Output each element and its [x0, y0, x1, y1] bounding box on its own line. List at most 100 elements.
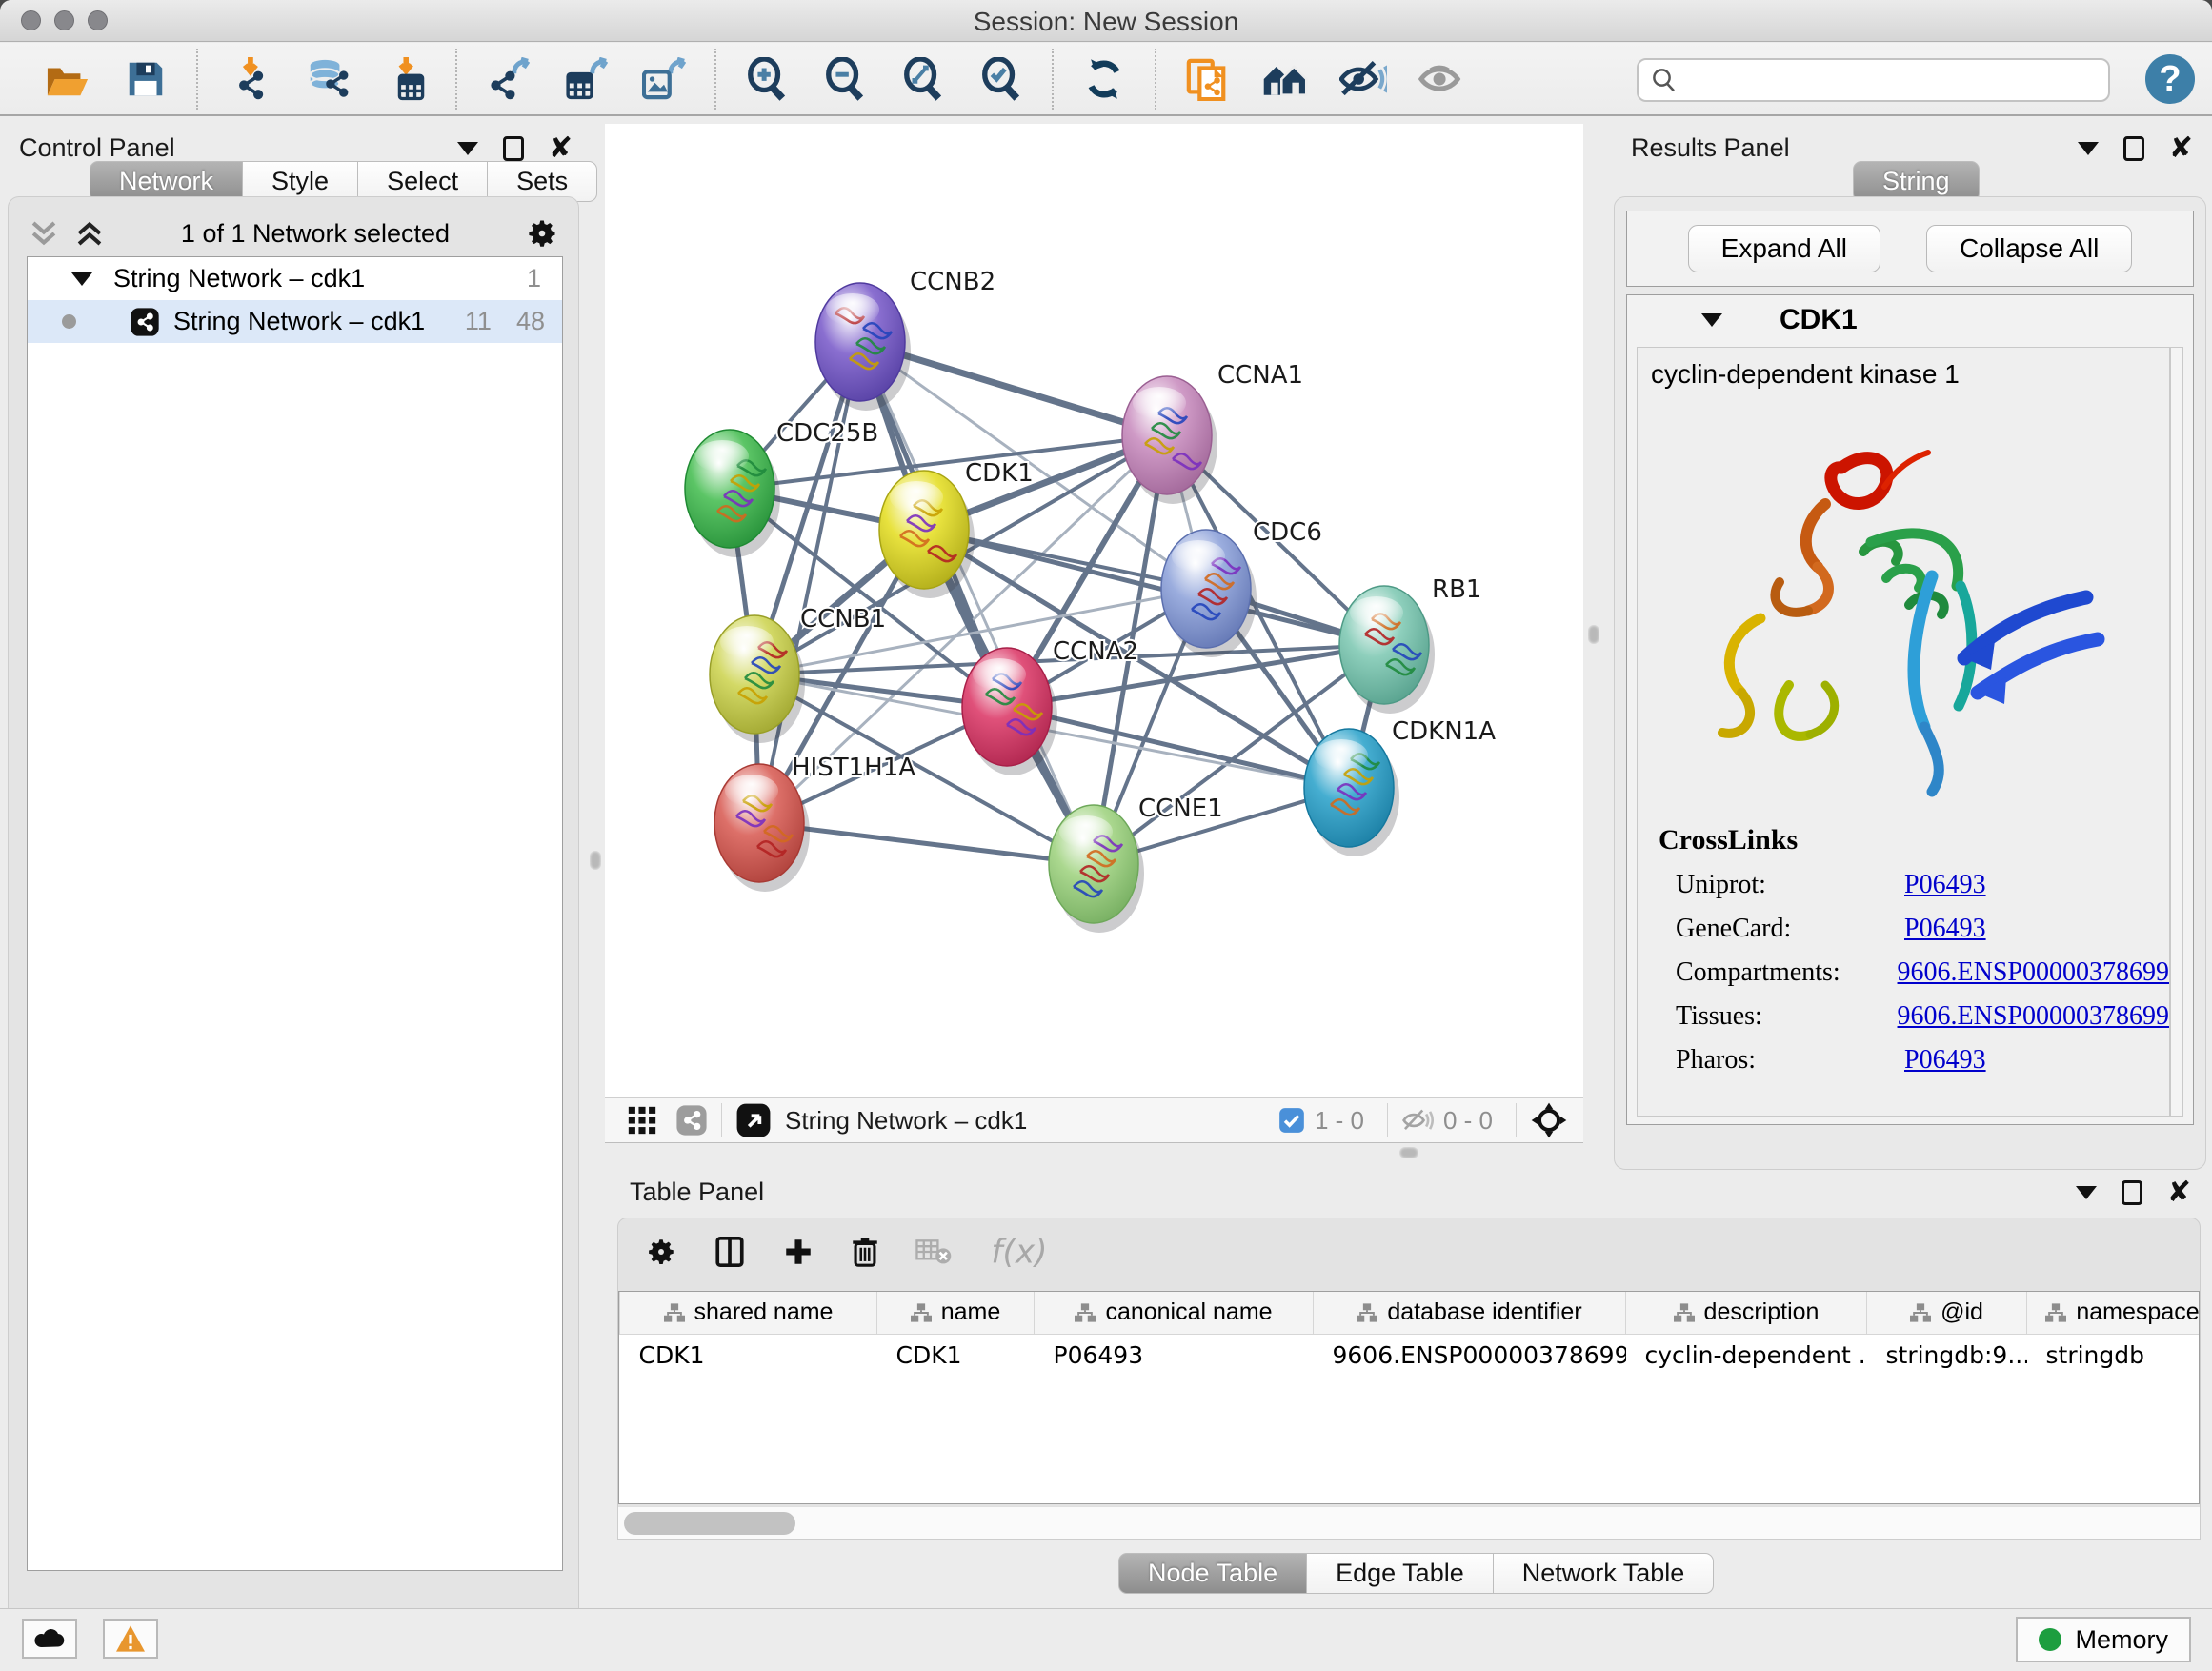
column-header-shared-name[interactable]: shared name: [620, 1292, 877, 1334]
zoom-fit-button[interactable]: [894, 50, 953, 108]
right-splitter-handle[interactable]: [1588, 625, 1599, 644]
tree-expand-icon[interactable]: [71, 272, 92, 286]
float-panel-icon[interactable]: [2123, 136, 2144, 161]
node-CDC25B[interactable]: CDC25B: [685, 419, 878, 557]
column-header-canonical-name[interactable]: canonical name: [1035, 1292, 1314, 1334]
node-table[interactable]: shared namenamecanonical namedatabase id…: [618, 1291, 2200, 1504]
main-toolbar: ?: [0, 43, 2212, 116]
network-status-dot: [62, 314, 76, 329]
help-button[interactable]: ?: [2145, 54, 2195, 104]
import-network-button[interactable]: [219, 50, 278, 108]
search-box[interactable]: [1637, 58, 2110, 102]
table-cell[interactable]: stringdb:9...: [1867, 1334, 2027, 1376]
network-row[interactable]: String Network – cdk1 11 48: [28, 300, 562, 343]
results-scrollbar[interactable]: [2170, 347, 2183, 1117]
first-neighbors-button[interactable]: [1256, 50, 1315, 108]
table-settings-button[interactable]: [645, 1236, 677, 1273]
column-header-namespace[interactable]: namespace: [2027, 1292, 2201, 1334]
entry-collapse-icon[interactable]: [1701, 313, 1722, 327]
table-cell[interactable]: 9606.ENSP00000378699: [1314, 1334, 1626, 1376]
table-cell[interactable]: CDK1: [877, 1334, 1035, 1376]
export-table-button[interactable]: [556, 50, 615, 108]
delete-column-button[interactable]: [851, 1236, 879, 1273]
left-splitter-handle[interactable]: [590, 851, 601, 870]
column-header-name[interactable]: name: [877, 1292, 1035, 1334]
edge-CCNB2-HIST1H1A[interactable]: [759, 342, 860, 823]
network-overview-icon[interactable]: [675, 1104, 708, 1137]
cloud-status-button[interactable]: [22, 1619, 77, 1659]
node-CCNA1[interactable]: CCNA1: [1122, 361, 1303, 504]
network-collection-row[interactable]: String Network – cdk1 1: [28, 257, 562, 300]
float-panel-icon[interactable]: [503, 136, 524, 161]
close-panel-icon[interactable]: ✘: [2169, 136, 2193, 161]
node-CCNE1[interactable]: CCNE1: [1049, 795, 1223, 933]
save-session-button[interactable]: [116, 50, 175, 108]
memory-button[interactable]: Memory: [2016, 1617, 2191, 1662]
close-panel-icon[interactable]: ✘: [2167, 1180, 2191, 1205]
collapse-all-button[interactable]: Collapse All: [1926, 225, 2132, 272]
column-header-id[interactable]: @id: [1867, 1292, 2027, 1334]
table-cell[interactable]: cyclin-dependent ...: [1626, 1334, 1867, 1376]
export-network-button[interactable]: [478, 50, 537, 108]
zoom-out-button[interactable]: [815, 50, 875, 108]
crosslink-row: Tissues:9606.ENSP00000378699: [1676, 1001, 2169, 1032]
table-horizontal-scrollbar[interactable]: [618, 1506, 2200, 1539]
status-bar: Memory: [0, 1608, 2212, 1671]
node-CDKN1A[interactable]: CDKN1A: [1304, 717, 1496, 856]
column-header-description[interactable]: description: [1626, 1292, 1867, 1334]
zoom-in-button[interactable]: [737, 50, 796, 108]
search-input[interactable]: [1679, 65, 2088, 96]
panel-menu-icon[interactable]: [2078, 142, 2099, 155]
gear-icon[interactable]: [525, 216, 559, 251]
panel-menu-icon[interactable]: [2076, 1186, 2097, 1199]
import-network-database-button[interactable]: [297, 50, 356, 108]
table-cell[interactable]: stringdb: [2027, 1334, 2201, 1376]
hide-selected-button[interactable]: [1334, 50, 1393, 108]
fit-selected-icon[interactable]: [1530, 1101, 1568, 1139]
crosslink-link[interactable]: P06493: [1904, 1045, 1986, 1076]
toolbar-separator: [1052, 49, 1054, 110]
open-session-button[interactable]: [38, 50, 97, 108]
edge-CCNB2-CCNE1[interactable]: [860, 342, 1094, 864]
close-panel-icon[interactable]: ✘: [549, 136, 573, 161]
show-all-button[interactable]: [1412, 50, 1471, 108]
open-in-window-icon[interactable]: [735, 1102, 772, 1138]
node-CCNB2[interactable]: CCNB2: [815, 268, 995, 411]
copy-view-button[interactable]: [1177, 50, 1237, 108]
float-panel-icon[interactable]: [2122, 1180, 2142, 1205]
table-row[interactable]: CDK1CDK1P064939606.ENSP00000378699cyclin…: [620, 1334, 2201, 1376]
add-column-button[interactable]: [782, 1236, 814, 1273]
node-RB1[interactable]: RB1: [1339, 575, 1481, 714]
save-session-icon: [124, 57, 168, 101]
crosslink-link[interactable]: 9606.ENSP00000378699: [1898, 957, 2169, 988]
collapse-all-icon[interactable]: [28, 219, 60, 248]
expand-all-icon[interactable]: [73, 219, 106, 248]
refresh-button[interactable]: [1075, 50, 1134, 108]
node-CDK1[interactable]: CDK1: [879, 459, 1034, 598]
edge-CDK1-RB1[interactable]: [924, 530, 1384, 645]
tab-network-table[interactable]: Network Table: [1493, 1553, 1715, 1594]
zoom-selected-button[interactable]: [972, 50, 1031, 108]
table-cell[interactable]: P06493: [1035, 1334, 1314, 1376]
import-table-button[interactable]: [375, 50, 434, 108]
crosslink-link[interactable]: P06493: [1904, 914, 1986, 944]
export-image-button[interactable]: [634, 50, 694, 108]
tab-node-table[interactable]: Node Table: [1118, 1553, 1307, 1594]
column-header-database-identifier[interactable]: database identifier: [1314, 1292, 1626, 1334]
panel-menu-icon[interactable]: [457, 142, 478, 155]
birds-eye-view-icon[interactable]: [626, 1104, 658, 1137]
crosslink-row: GeneCard:P06493: [1676, 914, 2169, 944]
tab-edge-table[interactable]: Edge Table: [1306, 1553, 1494, 1594]
table-cell[interactable]: CDK1: [620, 1334, 877, 1376]
node-CDC6[interactable]: CDC6: [1161, 518, 1322, 657]
scrollbar-thumb[interactable]: [624, 1512, 795, 1535]
warnings-button[interactable]: [103, 1619, 158, 1659]
split-panel-button[interactable]: [714, 1236, 746, 1273]
crosslink-link[interactable]: P06493: [1904, 870, 1986, 900]
bottom-splitter-handle[interactable]: [1399, 1147, 1418, 1158]
expand-all-button[interactable]: Expand All: [1688, 225, 1880, 272]
node-HIST1H1A[interactable]: HIST1H1A: [714, 754, 915, 892]
node-CCNB1[interactable]: CCNB1: [710, 605, 886, 743]
network-svg[interactable]: CCNB2CCNA1CDC25BCDK1CDC6RB1CCNB1CCNA2CDK…: [605, 124, 1583, 1097]
crosslink-link[interactable]: 9606.ENSP00000378699: [1898, 1001, 2169, 1032]
